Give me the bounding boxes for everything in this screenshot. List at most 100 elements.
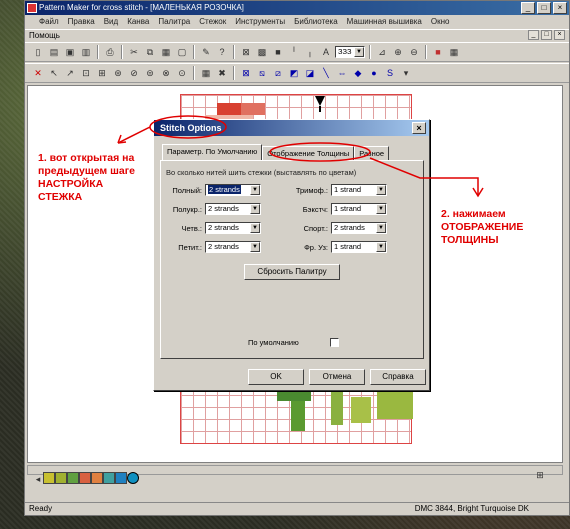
copy-icon[interactable]: ⧉ (143, 45, 157, 59)
grid-lines-icon[interactable]: ▦ (199, 66, 213, 80)
clear-icon[interactable]: ▢ (175, 45, 189, 59)
french-knot-select[interactable]: 1 strand ▼ (331, 241, 387, 253)
chevron-down-icon: ▼ (250, 242, 260, 252)
menu-file[interactable]: Файл (39, 15, 59, 29)
print-icon[interactable]: ⎙ (103, 45, 117, 59)
menu-edit[interactable]: Правка (68, 15, 95, 29)
half-stitch-icon[interactable]: ⧅ (255, 66, 269, 80)
backstitch-select[interactable]: 1 strand ▼ (331, 203, 387, 215)
save-icon[interactable]: ▣ (63, 45, 77, 59)
select-icon[interactable]: ⊠ (239, 45, 253, 59)
mdi-close-button[interactable]: × (554, 30, 565, 40)
app-icon (27, 3, 37, 13)
tab-defaults[interactable]: Параметр. По Умолчанию (162, 144, 263, 160)
three-quarter-select[interactable]: 1 strand ▼ (331, 184, 387, 196)
stitch-toolbar: ✕ ↖ ↗ ⊡ ⊞ ⊛ ⊘ ⊜ ⊗ ⊙ ▦ ✖ ⊠ ⧅ ⧄ ◩ ◪ ╲ ⇔ ◆ … (25, 63, 569, 83)
bead-icon[interactable]: ● (367, 66, 381, 80)
palette-swatch[interactable] (67, 472, 79, 484)
new-file-icon[interactable]: ▯ (31, 45, 45, 59)
field-full: Полный: 2 strands ▼ (164, 184, 261, 196)
tab-thickness-display[interactable]: Отображение Толщины (262, 146, 355, 160)
lasso-icon[interactable]: ⊞ (95, 66, 109, 80)
half-stitch-select[interactable]: 2 strands ▼ (205, 203, 261, 215)
pencil-icon[interactable]: ✎ (199, 45, 213, 59)
font-select[interactable]: ЗЗЗ ▼ (335, 46, 365, 58)
cross-stitch-icon[interactable]: ✖ (215, 66, 229, 80)
chart-icon[interactable]: ⊿ (375, 45, 389, 59)
mdi-minimize-button[interactable]: _ (528, 30, 539, 40)
specialty-select[interactable]: 2 strands ▼ (331, 222, 387, 234)
thin-line-icon[interactable]: ╷ (303, 45, 317, 59)
zoom-out-icon[interactable]: ⊖ (407, 45, 421, 59)
chevron-down-icon: ▼ (250, 223, 260, 233)
cut-icon[interactable]: ✂ (127, 45, 141, 59)
backstitch-icon[interactable]: ╲ (319, 66, 333, 80)
maximize-button[interactable]: □ (537, 2, 551, 14)
field-label: Спорт.: (303, 223, 328, 233)
select-rect-icon[interactable]: ⊡ (79, 66, 93, 80)
save-as-icon[interactable]: ▥ (79, 45, 93, 59)
line-icon[interactable]: ╵ (287, 45, 301, 59)
menu-library[interactable]: Библиотека (294, 15, 338, 29)
quarter-stitch-icon[interactable]: ⧄ (271, 66, 285, 80)
menu-help[interactable]: Помощь (29, 31, 60, 40)
full-stitch-icon[interactable]: ⊠ (239, 66, 253, 80)
palette-swatch[interactable] (91, 472, 103, 484)
quarter-stitch-select[interactable]: 2 strands ▼ (205, 222, 261, 234)
full-stitch-select[interactable]: 2 strands ▼ (205, 184, 261, 196)
palette-swatch[interactable] (43, 472, 55, 484)
reset-palette-button[interactable]: Сбросить Палитру (244, 264, 340, 280)
minimize-button[interactable]: _ (521, 2, 535, 14)
close-button[interactable]: × (553, 2, 567, 14)
stamp-icon[interactable]: ⊙ (175, 66, 189, 80)
field-label: Петит.: (178, 242, 202, 252)
default-checkbox[interactable] (330, 338, 339, 347)
fill-box-icon[interactable]: ▩ (255, 45, 269, 59)
grid-icon[interactable]: ▦ (447, 45, 461, 59)
menu-canvas[interactable]: Канва (127, 15, 149, 29)
fill-icon[interactable]: ⊗ (159, 66, 173, 80)
palette-swatch[interactable] (79, 472, 91, 484)
text-icon[interactable]: A (319, 45, 333, 59)
mirror-icon[interactable]: ⊜ (143, 66, 157, 80)
palette-swatch[interactable] (103, 472, 115, 484)
palette-swatch[interactable] (115, 472, 127, 484)
delete-icon[interactable]: ✕ (31, 66, 45, 80)
palette-swatch[interactable] (127, 472, 139, 484)
status-color: DMC 3844, Bright Turquoise DK (414, 504, 529, 513)
mdi-restore-button[interactable]: □ (541, 30, 552, 40)
menu-machine-embroidery[interactable]: Машинная вышивка (347, 15, 422, 29)
help-button[interactable]: Справка (370, 369, 426, 385)
dialog-close-button[interactable]: × (412, 122, 426, 134)
full-square-icon[interactable]: ■ (271, 45, 285, 59)
ok-button[interactable]: OK (248, 369, 304, 385)
open-file-icon[interactable]: ▤ (47, 45, 61, 59)
palette-add-icon[interactable]: ⊞ (533, 468, 547, 482)
menu-tools[interactable]: Инструменты (235, 15, 285, 29)
pointer-icon[interactable]: ↖ (47, 66, 61, 80)
more-tools-icon[interactable]: ▾ (399, 66, 413, 80)
cancel-button[interactable]: Отмена (309, 369, 365, 385)
zoom-in-icon[interactable]: ⊕ (391, 45, 405, 59)
long-stitch-icon[interactable]: ⇔ (335, 66, 349, 80)
menu-palette[interactable]: Палитра (158, 15, 190, 29)
pattern-grid-bottom[interactable] (180, 382, 413, 444)
pick-color-icon[interactable]: ↗ (63, 66, 77, 80)
rotate-icon[interactable]: ⊛ (111, 66, 125, 80)
palette-swatch[interactable] (55, 472, 67, 484)
french-knot-icon[interactable]: ◆ (351, 66, 365, 80)
window-title: Pattern Maker for cross stitch - [МАЛЕНЬ… (39, 3, 244, 12)
tab-misc[interactable]: Разное (354, 146, 390, 160)
specialty-stitch-icon[interactable]: S (383, 66, 397, 80)
menu-view[interactable]: Вид (104, 15, 118, 29)
palette-icon[interactable]: ■ (431, 45, 445, 59)
help-pointer-icon[interactable]: ? (215, 45, 229, 59)
dialog-title: Stitch Options (160, 123, 222, 133)
flip-icon[interactable]: ⊘ (127, 66, 141, 80)
petite-stitch-select[interactable]: 2 strands ▼ (205, 241, 261, 253)
menu-stitch[interactable]: Стежок (199, 15, 226, 29)
petite-stitch-icon[interactable]: ◪ (303, 66, 317, 80)
three-quarter-stitch-icon[interactable]: ◩ (287, 66, 301, 80)
paste-icon[interactable]: ▦ (159, 45, 173, 59)
menu-window[interactable]: Окно (431, 15, 450, 29)
